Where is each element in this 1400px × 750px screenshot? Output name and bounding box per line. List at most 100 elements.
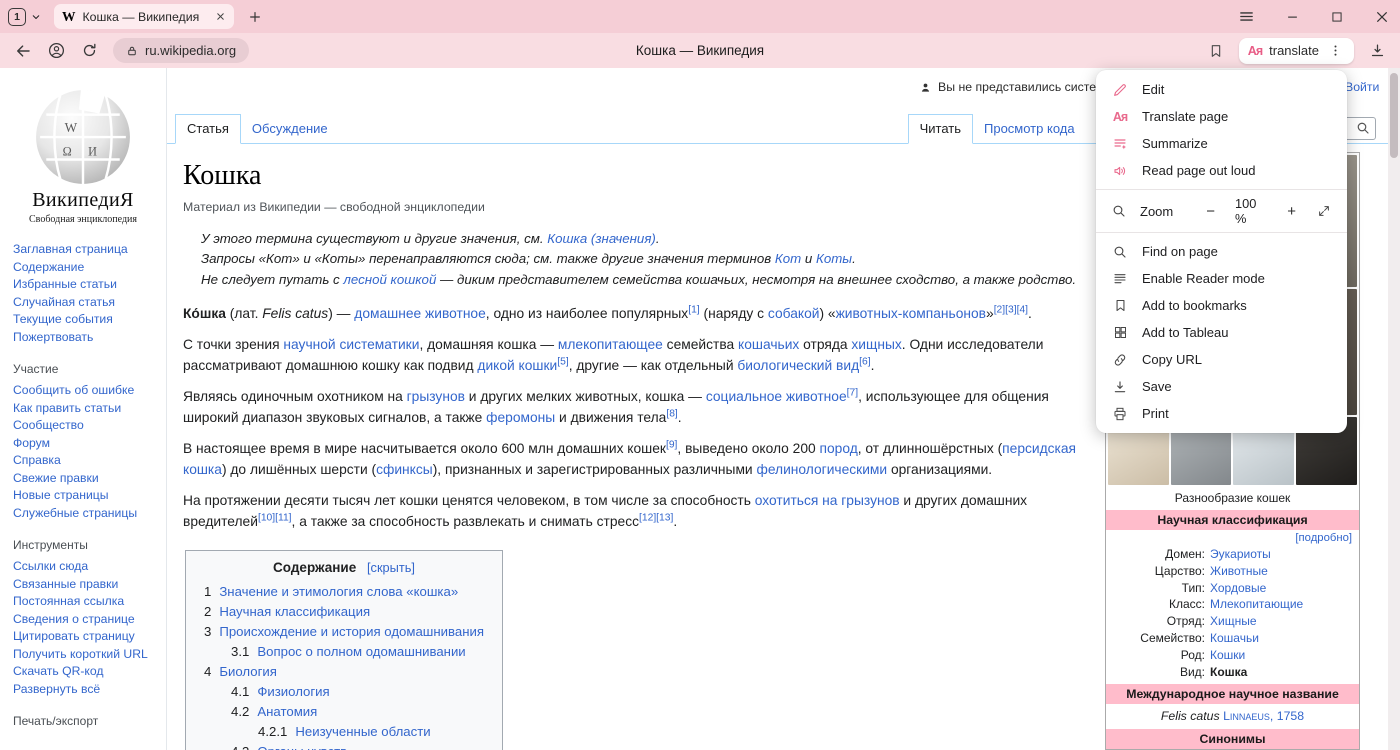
menu-item-add-bookmarks[interactable]: Add to bookmarks <box>1096 292 1347 319</box>
menu-item-copy-url[interactable]: Copy URL <box>1096 346 1347 373</box>
details-link[interactable]: [подробно] <box>1295 532 1352 544</box>
address-bar[interactable]: ru.wikipedia.org <box>113 38 249 63</box>
menu-item-edit[interactable]: Edit <box>1096 76 1347 103</box>
menu-item-translate-page[interactable]: Aя Translate page <box>1096 103 1347 130</box>
zoom-in-button[interactable]: + <box>1280 203 1303 220</box>
sidebar-link[interactable]: Текущие события <box>13 312 113 326</box>
menu-item-find-on-page[interactable]: Find on page <box>1096 238 1347 265</box>
wiki-link[interactable]: дикой кошки <box>477 358 557 373</box>
wiki-link[interactable]: пород <box>820 441 858 456</box>
toc-link[interactable]: Значение и этимология слова «кошка» <box>219 584 458 599</box>
wiki-link[interactable]: животных-компаньонов <box>836 306 986 321</box>
wiki-link[interactable]: Млекопитающие <box>1210 597 1303 611</box>
wiki-link[interactable]: феромоны <box>486 410 555 425</box>
fullscreen-icon[interactable] <box>1316 204 1332 218</box>
reference-link[interactable]: [5] <box>557 357 568 368</box>
wiki-link[interactable]: Кошка (значения) <box>547 231 656 246</box>
wiki-link[interactable]: собакой <box>768 306 820 321</box>
wiki-link[interactable]: биологический вид <box>737 358 859 373</box>
toc-link[interactable]: Биология <box>219 664 277 679</box>
sidebar-link[interactable]: Как править статьи <box>13 401 121 415</box>
sidebar-link[interactable]: Развернуть всё <box>13 682 100 696</box>
wiki-link[interactable]: сфинксы <box>376 462 433 477</box>
menu-item-print[interactable]: Print <box>1096 400 1347 427</box>
reference-link[interactable]: [1] <box>688 305 699 316</box>
wiki-link[interactable]: научной систематики <box>283 337 419 352</box>
wiki-link[interactable]: Эукариоты <box>1210 547 1271 561</box>
sidebar-link[interactable]: Сообщить об ошибке <box>13 383 134 397</box>
toc-link[interactable]: Научная классификация <box>219 604 370 619</box>
sidebar-link[interactable]: Сведения о странице <box>13 612 135 626</box>
tab-close-icon[interactable] <box>215 11 226 22</box>
wiki-link[interactable]: охотиться на грызунов <box>755 493 900 508</box>
menu-item-read-aloud[interactable]: Read page out loud <box>1096 157 1347 184</box>
reference-link[interactable]: [10][11] <box>258 513 292 524</box>
reference-link[interactable]: [9] <box>666 440 677 451</box>
toc-link[interactable]: Органы чувств <box>257 744 347 750</box>
window-minimize-button[interactable] <box>1285 9 1300 24</box>
toc-hide-link[interactable]: [скрыть] <box>367 560 415 575</box>
tab-view-source[interactable]: Просмотр кода <box>973 115 1086 143</box>
sidebar-link[interactable]: Случайная статья <box>13 295 115 309</box>
wiki-link[interactable]: Кошачьи <box>1210 631 1259 645</box>
page-scrollbar[interactable] <box>1388 68 1400 750</box>
sidebar-link[interactable]: Ссылки сюда <box>13 559 88 573</box>
wiki-link[interactable]: персидская кошка <box>183 441 1076 477</box>
menu-item-reader-mode[interactable]: Enable Reader mode <box>1096 265 1347 292</box>
tab-article[interactable]: Статья <box>175 114 241 144</box>
menu-item-add-tableau[interactable]: Add to Tableau <box>1096 319 1347 346</box>
wiki-link[interactable]: млекопитающее <box>558 337 663 352</box>
scrollbar-thumb[interactable] <box>1390 73 1398 158</box>
sidebar-link[interactable]: Форум <box>13 436 50 450</box>
wiki-link[interactable]: кошачьих <box>738 337 799 352</box>
search-icon[interactable] <box>1355 120 1371 136</box>
wikipedia-logo[interactable]: W И Ω <box>32 84 134 186</box>
login-link[interactable]: Войти <box>1345 80 1379 94</box>
wiki-link[interactable]: Linnaeus, 1758 <box>1223 709 1304 723</box>
menu-item-summarize[interactable]: Summarize <box>1096 130 1347 157</box>
reference-link[interactable]: [2][3][4] <box>994 305 1028 316</box>
profile-icon[interactable] <box>47 41 66 60</box>
toc-link[interactable]: Неизученные области <box>295 724 430 739</box>
download-icon[interactable] <box>1369 42 1386 59</box>
toc-link[interactable]: Происхождение и история одомашнивания <box>219 624 484 639</box>
wiki-link[interactable]: фелинологическими <box>756 462 887 477</box>
toc-link[interactable]: Вопрос о полном одомашнивании <box>257 644 465 659</box>
sidebar-link[interactable]: Заглавная страница <box>13 242 128 256</box>
wiki-link[interactable]: Кошки <box>1210 648 1245 662</box>
wiki-link[interactable]: Хищные <box>1210 614 1257 628</box>
wiki-link[interactable]: Хордовые <box>1210 581 1266 595</box>
wiki-link[interactable]: домашнее животное <box>354 306 486 321</box>
wiki-link[interactable]: лесной кошкой <box>343 272 436 287</box>
new-tab-button[interactable] <box>248 10 262 24</box>
toc-link[interactable]: Анатомия <box>257 704 317 719</box>
sidebar-link[interactable]: Постоянная ссылка <box>13 594 124 608</box>
sidebar-link[interactable]: Пожертвовать <box>13 330 93 344</box>
sidebar-link[interactable]: Получить короткий URL <box>13 647 148 661</box>
reference-link[interactable]: [6] <box>859 357 870 368</box>
sidebar-link[interactable]: Свежие правки <box>13 471 99 485</box>
toc-link[interactable]: Физиология <box>257 684 329 699</box>
reference-link[interactable]: [12][13] <box>639 513 673 524</box>
reference-link[interactable]: [8] <box>666 409 677 420</box>
sidebar-link[interactable]: Содержание <box>13 260 84 274</box>
reference-link[interactable]: [7] <box>847 388 858 399</box>
sidebar-link[interactable]: Цитировать страницу <box>13 629 135 643</box>
sidebar-link[interactable]: Новые страницы <box>13 488 109 502</box>
sidebar-link[interactable]: Служебные страницы <box>13 506 137 520</box>
back-icon[interactable] <box>14 42 32 60</box>
wiki-link[interactable]: грызунов <box>407 389 465 404</box>
wiki-link[interactable]: хищных <box>851 337 901 352</box>
sidebar-link[interactable]: Сообщество <box>13 418 84 432</box>
wiki-link[interactable]: Кот <box>775 251 801 266</box>
translate-button[interactable]: Aя translate <box>1239 38 1354 64</box>
wiki-link[interactable]: социальное животное <box>706 389 847 404</box>
browser-menu-button[interactable] <box>1326 41 1345 60</box>
sidebar-link[interactable]: Избранные статьи <box>13 277 117 291</box>
browser-tab[interactable]: W Кошка — Википедия <box>54 4 234 29</box>
menu-item-save[interactable]: Save <box>1096 373 1347 400</box>
window-close-button[interactable] <box>1374 9 1390 25</box>
browser-hamburger-icon[interactable] <box>1238 8 1255 25</box>
zoom-out-button[interactable]: − <box>1199 203 1222 220</box>
bookmark-icon[interactable] <box>1208 43 1224 59</box>
